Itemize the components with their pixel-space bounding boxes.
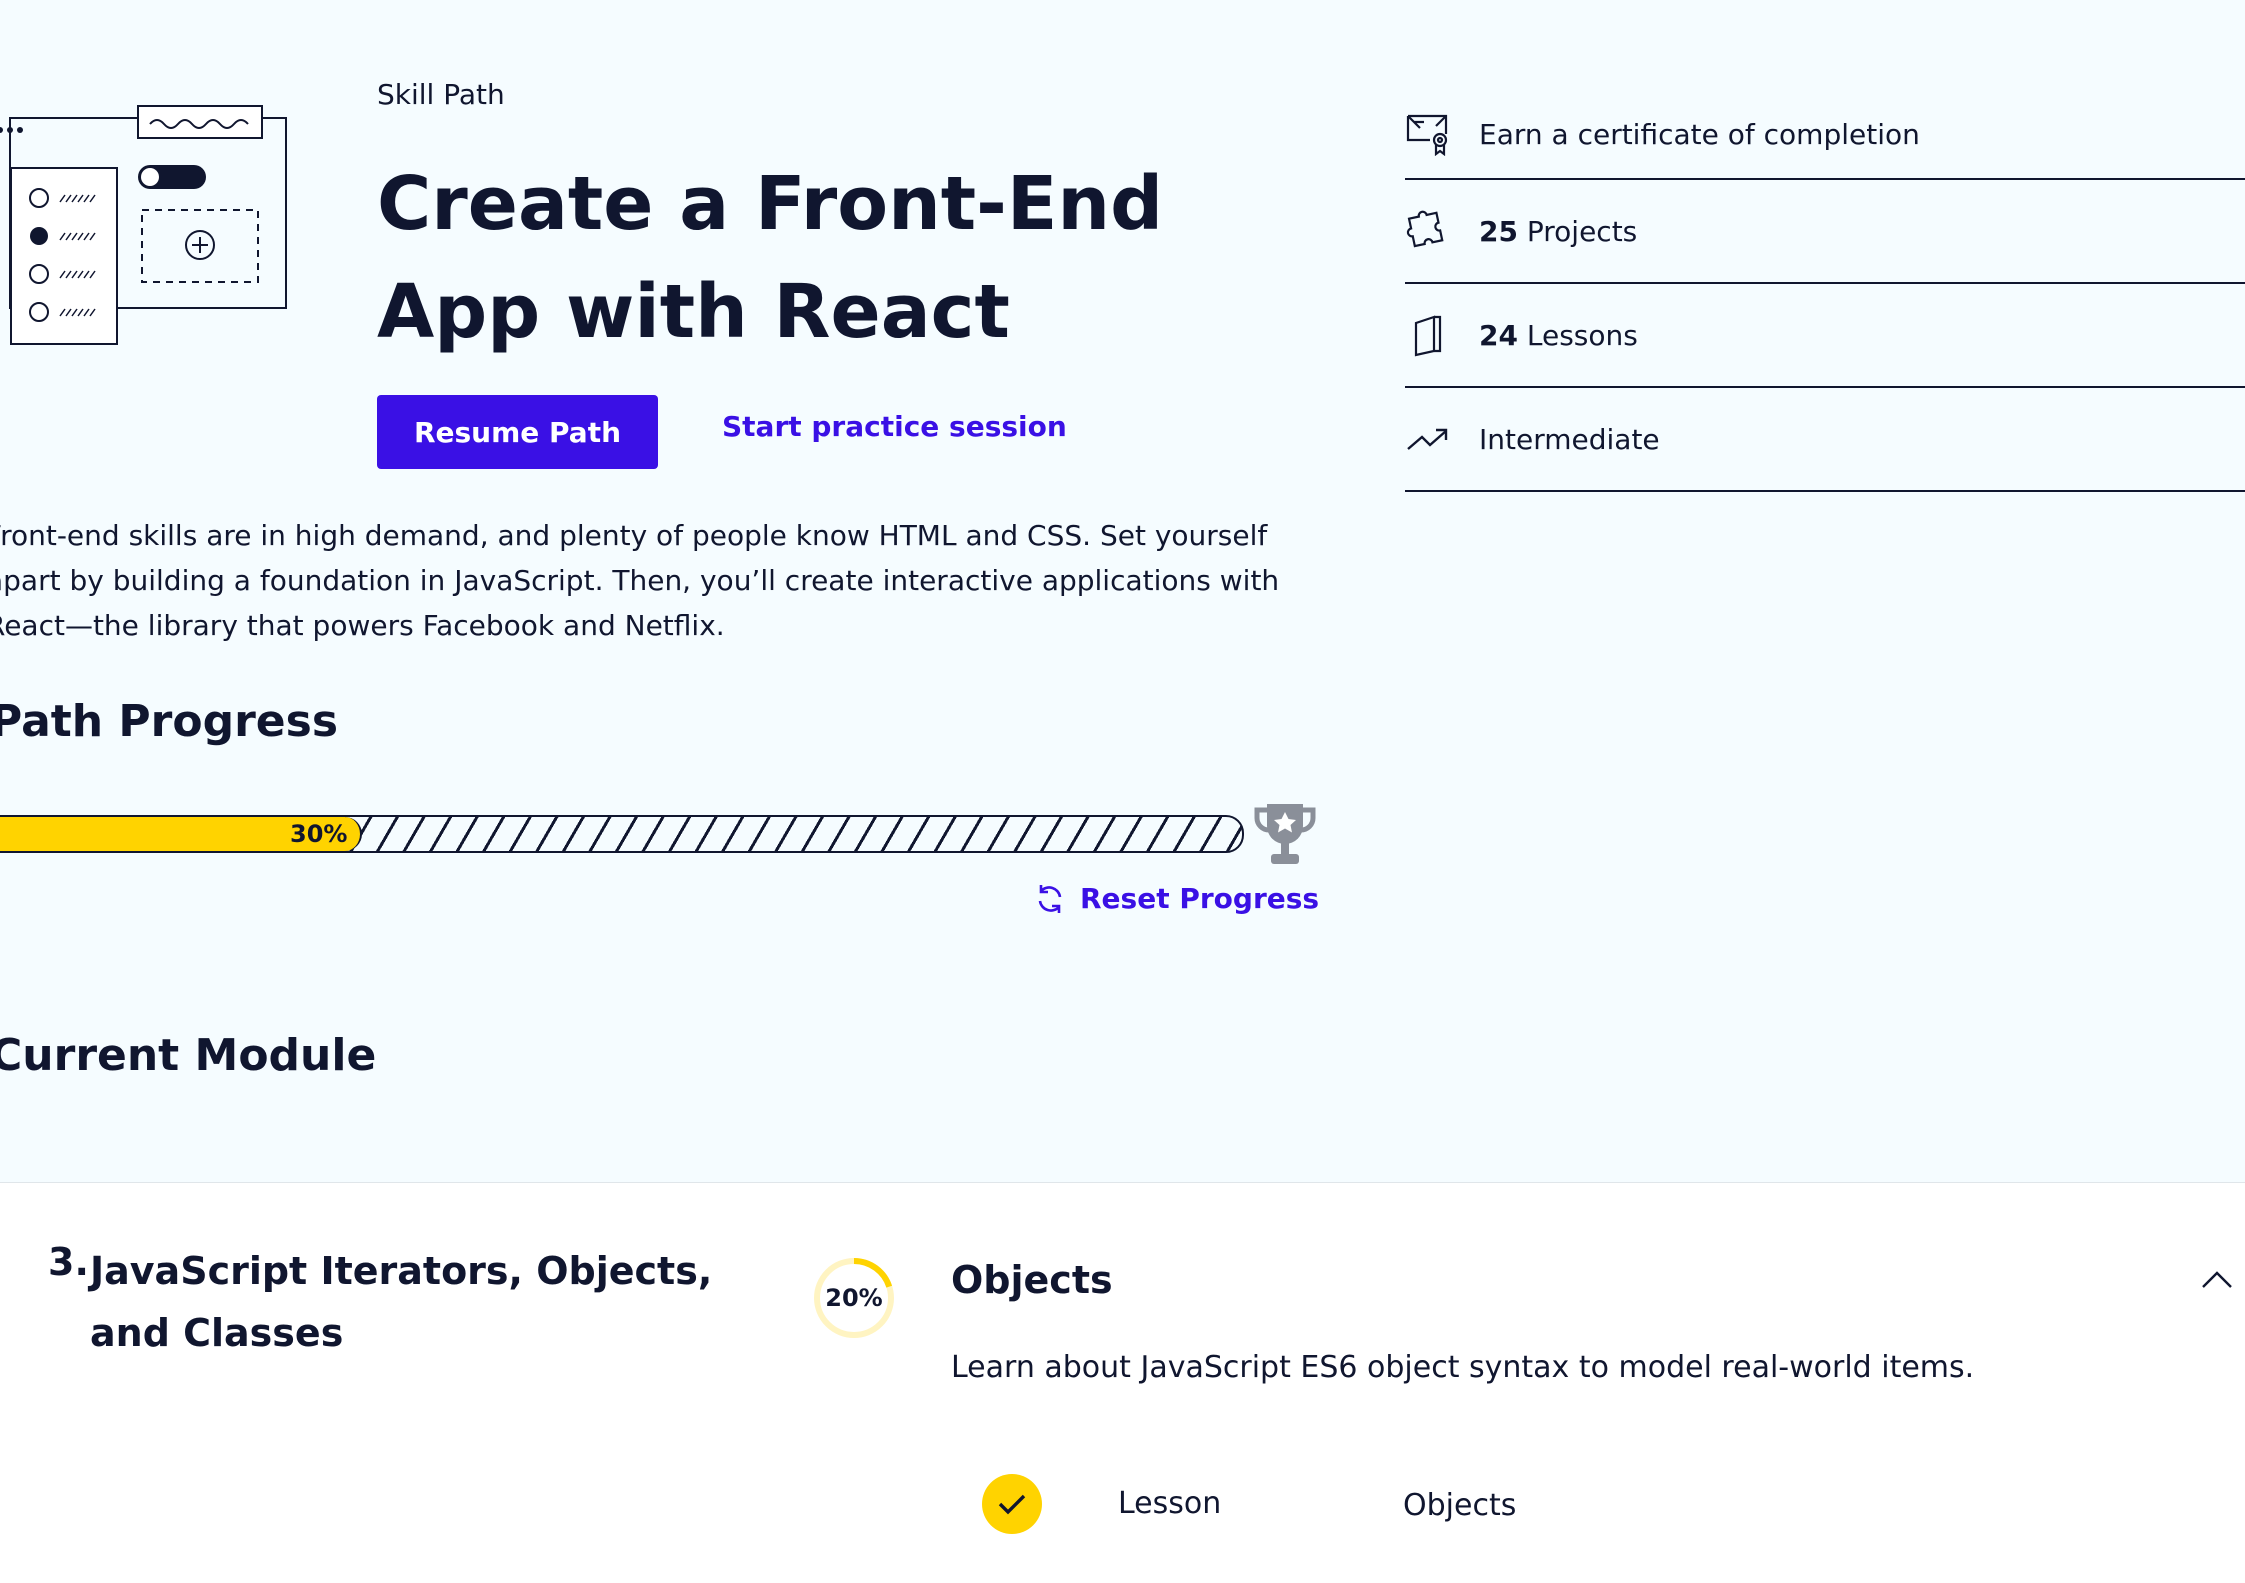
path-description: Front-end skills are in high demand, and… — [0, 519, 1280, 642]
lesson-complete-badge — [982, 1474, 1042, 1534]
module-title: JavaScript Iterators, Objects, and Class… — [90, 1249, 713, 1355]
book-icon — [1405, 312, 1451, 358]
reset-progress-button[interactable]: Reset Progress — [1034, 882, 1319, 915]
skill-path-illustration-icon — [0, 105, 287, 345]
certificate-label: Earn a certificate of completion — [1479, 117, 1920, 151]
refresh-icon — [1038, 884, 1062, 913]
level-label: Intermediate — [1479, 422, 1660, 456]
path-progress-percent: 30% — [290, 820, 348, 848]
trophy-icon — [1254, 804, 1316, 864]
module-progress-percent: 20% — [825, 1284, 883, 1312]
trend-up-icon — [1405, 416, 1451, 462]
lesson-name-link[interactable]: Objects — [1403, 1488, 1516, 1523]
path-progress-bar: 30% — [0, 815, 1244, 853]
module-number: 3. — [48, 1240, 89, 1284]
lessons-count: 24 — [1479, 318, 1518, 352]
page-title: Create a Front-End App with React — [377, 161, 1164, 355]
certificate-icon — [1405, 111, 1451, 157]
path-progress-heading: Path Progress — [0, 696, 339, 747]
resume-path-button[interactable]: Resume Path — [377, 395, 658, 469]
path-info-list: Earn a certificate of completion 25 Proj… — [1405, 90, 2245, 492]
lesson-type-label: Lesson — [1118, 1486, 1222, 1521]
subsection-description: Learn about JavaScript ES6 object syntax… — [951, 1350, 1975, 1385]
start-practice-session-link[interactable]: Start practice session — [722, 410, 1067, 443]
chevron-up-icon[interactable] — [2200, 1268, 2234, 1290]
subsection-title: Objects — [951, 1258, 1113, 1302]
projects-count: 25 — [1479, 214, 1518, 248]
current-module-heading: Current Module — [0, 1030, 377, 1081]
projects-label: Projects — [1526, 214, 1638, 248]
reset-progress-label: Reset Progress — [1080, 882, 1320, 915]
lessons-label: Lessons — [1526, 318, 1638, 352]
info-certificate: Earn a certificate of completion — [1405, 90, 2245, 180]
info-lessons: 24 Lessons — [1405, 284, 2245, 388]
info-projects: 25 Projects — [1405, 180, 2245, 284]
info-level: Intermediate — [1405, 388, 2245, 492]
path-type-label: Skill Path — [377, 78, 505, 111]
check-icon — [998, 1494, 1026, 1515]
puzzle-icon — [1405, 208, 1451, 254]
